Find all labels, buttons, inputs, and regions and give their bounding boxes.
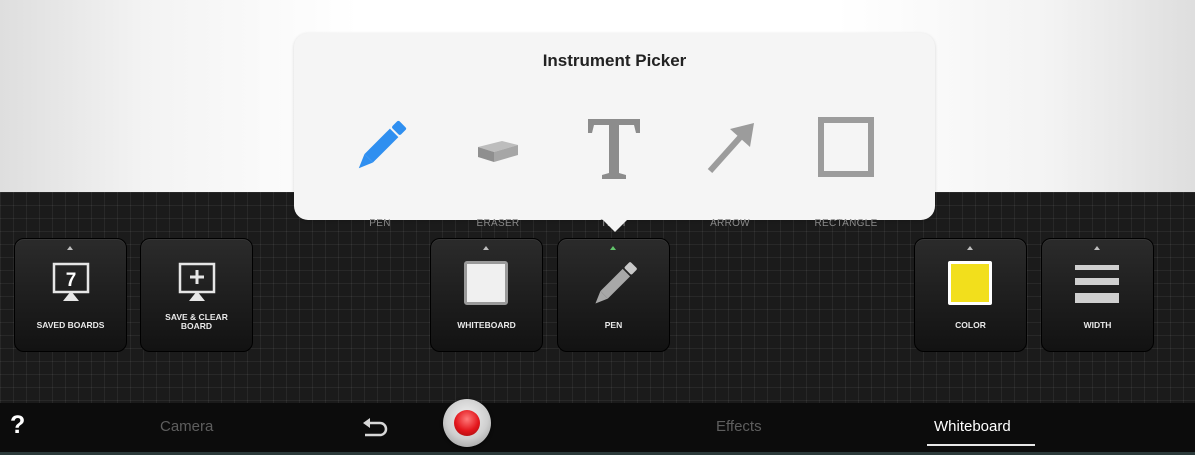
- instrument-eraser[interactable]: ERASER: [448, 105, 548, 229]
- tab-effects[interactable]: Effects: [716, 418, 762, 435]
- instrument-picker-popover: Instrument Picker PEN ERASER TEXT ARROW …: [294, 33, 935, 229]
- line-width-icon: [1075, 265, 1119, 303]
- saved-boards-icon: 7: [52, 262, 90, 301]
- selected-indicator-icon: [610, 246, 616, 250]
- color-label: COLOR: [955, 320, 986, 330]
- bottom-tab-bar: ? Camera Effects Whiteboard: [0, 399, 1195, 455]
- tab-camera[interactable]: Camera: [160, 418, 213, 435]
- instrument-label: PEN: [369, 218, 391, 229]
- width-button[interactable]: WIDTH: [1041, 238, 1154, 352]
- saved-boards-label: SAVED BOARDS: [36, 320, 105, 330]
- save-clear-label-line2: BOARD: [180, 321, 213, 331]
- text-icon: [588, 119, 640, 179]
- caret-up-icon: [967, 246, 973, 250]
- instrument-text[interactable]: TEXT: [564, 105, 664, 229]
- color-button[interactable]: COLOR: [914, 238, 1027, 352]
- popover-title: Instrument Picker: [542, 51, 687, 70]
- pen-icon: [358, 120, 407, 169]
- width-label: WIDTH: [1083, 320, 1112, 330]
- instrument-label: RECTANGLE: [814, 218, 878, 229]
- tab-whiteboard[interactable]: Whiteboard: [934, 418, 1011, 435]
- save-clear-board-button[interactable]: SAVE & CLEAR BOARD: [140, 238, 253, 352]
- whiteboard-swatch-icon: [464, 261, 508, 305]
- pen-icon: [595, 262, 637, 304]
- caret-up-icon: [67, 246, 73, 250]
- active-tab-underline: [927, 444, 1035, 446]
- instrument-pen[interactable]: PEN: [330, 105, 430, 229]
- popover-pointer: [602, 219, 628, 232]
- whiteboard-button[interactable]: WHITEBOARD: [430, 238, 543, 352]
- pen-tool-button[interactable]: PEN: [557, 238, 670, 352]
- rectangle-icon: [818, 117, 874, 177]
- instrument-arrow[interactable]: ARROW: [680, 105, 780, 229]
- instrument-label: ERASER: [476, 218, 520, 229]
- add-board-icon: [178, 262, 216, 301]
- caret-up-icon: [483, 246, 489, 250]
- saved-boards-button[interactable]: 7 SAVED BOARDS: [14, 238, 127, 352]
- record-icon: [454, 410, 480, 436]
- saved-boards-count: 7: [66, 270, 77, 291]
- pen-label: PEN: [604, 320, 623, 330]
- save-clear-label: SAVE & CLEAR BOARD: [141, 313, 252, 331]
- record-button[interactable]: [443, 399, 491, 447]
- color-swatch-icon: [948, 261, 992, 305]
- whiteboard-label: WHITEBOARD: [457, 320, 516, 330]
- instrument-rectangle[interactable]: RECTANGLE: [796, 105, 896, 229]
- caret-up-icon: [1094, 246, 1100, 250]
- help-button[interactable]: ?: [10, 411, 25, 440]
- undo-icon[interactable]: [362, 417, 388, 437]
- instrument-label: ARROW: [710, 218, 750, 229]
- eraser-icon: [478, 141, 518, 162]
- arrow-icon: [707, 123, 754, 174]
